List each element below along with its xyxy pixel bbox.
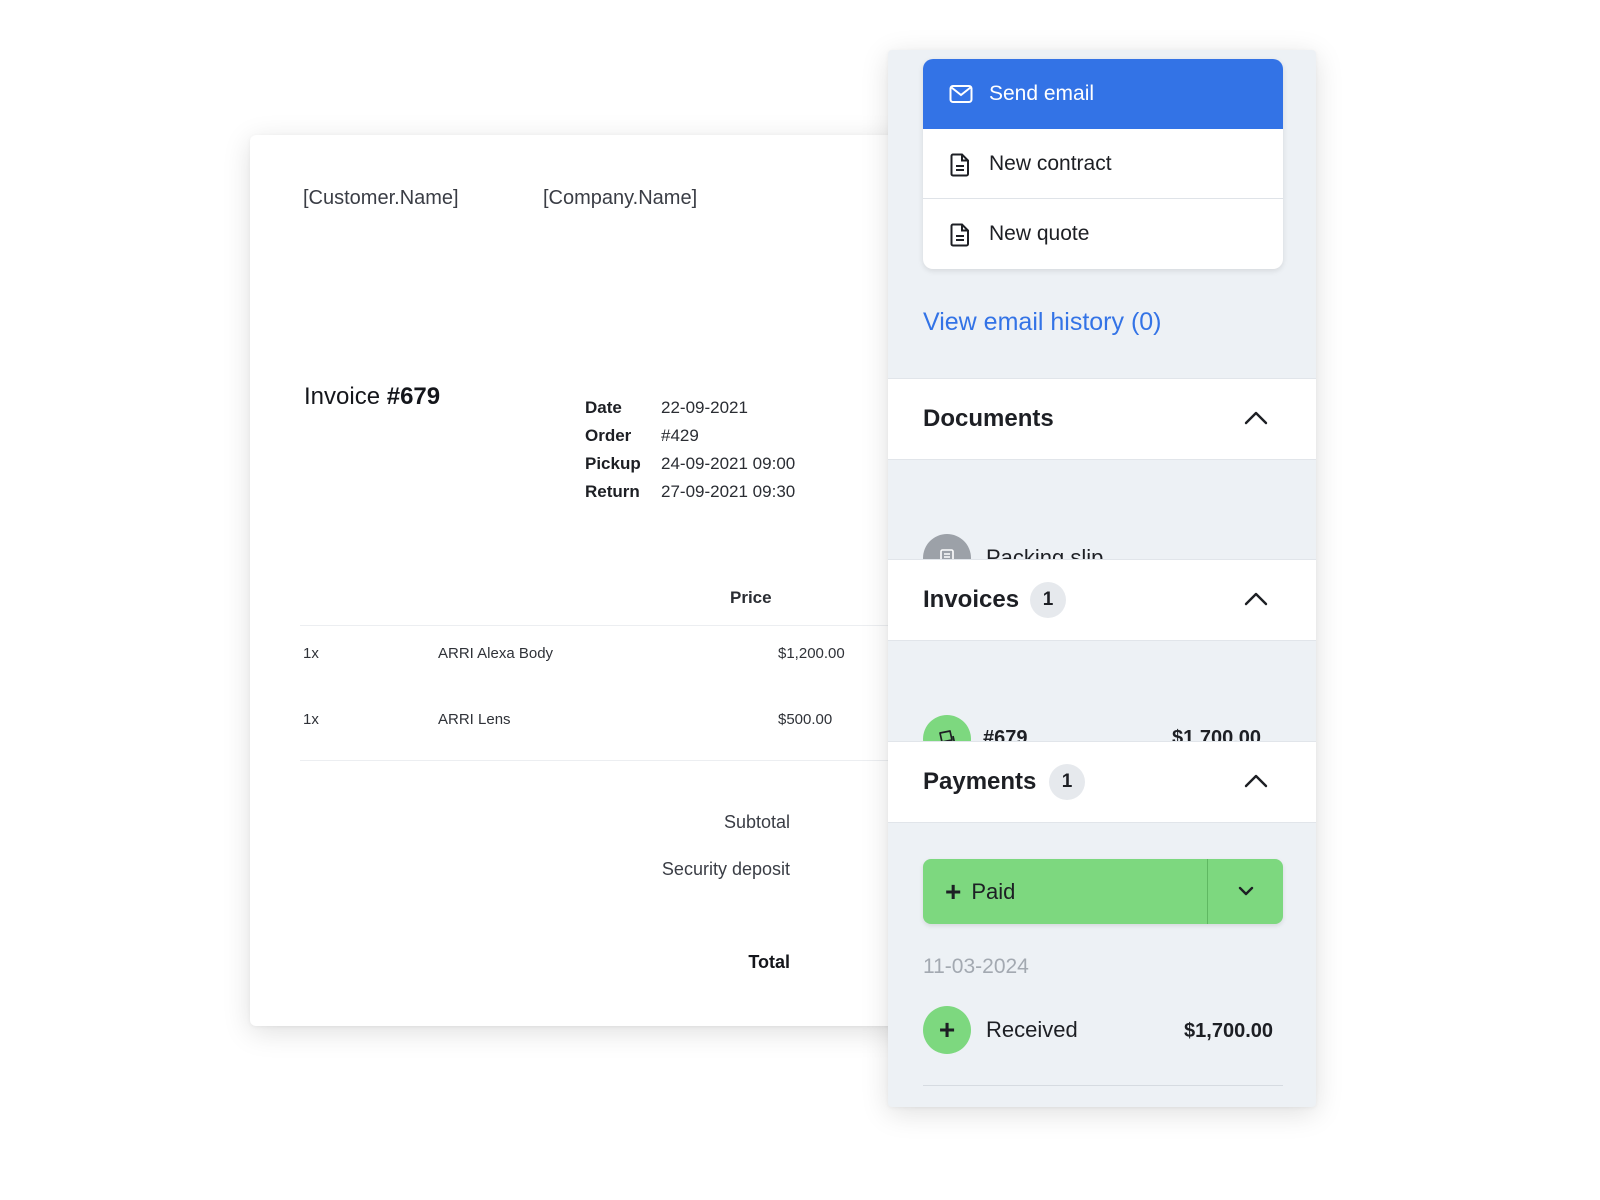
plus-icon: + bbox=[923, 1006, 971, 1054]
paid-dropdown-toggle[interactable] bbox=[1209, 859, 1283, 924]
meta-label: Order bbox=[585, 426, 632, 445]
company-name-placeholder: [Company.Name] bbox=[543, 187, 698, 209]
invoice-title-number: #679 bbox=[386, 383, 441, 410]
meta-value: 22-09-2021 bbox=[661, 398, 748, 417]
meta-label: Date bbox=[585, 398, 622, 417]
meta-value: 27-09-2021 09:30 bbox=[661, 482, 796, 501]
document-icon bbox=[949, 223, 971, 247]
price-column-header: Price bbox=[730, 588, 772, 607]
meta-row-pickup: Pickup 24-09-2021 09:00 bbox=[585, 450, 795, 478]
invoices-section-header[interactable]: Invoices 1 bbox=[888, 559, 1316, 641]
meta-row-return: Return 27-09-2021 09:30 bbox=[585, 478, 795, 506]
invoice-title-prefix: Invoice bbox=[304, 383, 387, 410]
payments-title: Payments bbox=[923, 768, 1037, 795]
security-deposit-label: Security deposit bbox=[661, 859, 790, 879]
total-label: Total bbox=[748, 952, 790, 972]
line-item-price: $500.00 bbox=[778, 711, 833, 728]
line-item-name: ARRI Alexa Body bbox=[438, 645, 554, 662]
payment-label: Received bbox=[986, 1017, 1078, 1042]
invoices-count-badge: 1 bbox=[1030, 582, 1066, 618]
subtotal-label: Subtotal bbox=[723, 812, 790, 832]
new-contract-button[interactable]: New contract bbox=[923, 129, 1283, 199]
new-contract-label: New contract bbox=[989, 151, 1112, 175]
line-item-price: $1,200.00 bbox=[778, 645, 845, 662]
action-menu: Send email New contract New quote bbox=[923, 59, 1283, 269]
chevron-up-icon bbox=[1244, 774, 1268, 788]
payment-list-item[interactable]: + Received $1,700.00 bbox=[923, 1006, 1283, 1054]
line-item-name: ARRI Lens bbox=[438, 711, 511, 728]
send-email-button[interactable]: Send email bbox=[923, 59, 1283, 129]
table-divider bbox=[300, 625, 940, 626]
chevron-down-icon bbox=[1238, 886, 1254, 896]
invoice-meta: Date 22-09-2021 Order #429 Pickup 24-09-… bbox=[585, 394, 795, 506]
chevron-up-icon bbox=[1244, 592, 1268, 606]
new-quote-button[interactable]: New quote bbox=[923, 199, 1283, 269]
meta-value: #429 bbox=[661, 426, 699, 445]
documents-section-header[interactable]: Documents bbox=[888, 378, 1316, 460]
meta-label: Pickup bbox=[585, 454, 641, 473]
order-side-panel: Send email New contract New quote View e… bbox=[888, 50, 1316, 1107]
payment-date: 11-03-2024 bbox=[923, 955, 1029, 978]
send-email-label: Send email bbox=[989, 82, 1095, 105]
meta-row-order: Order #429 bbox=[585, 422, 795, 450]
invoice-title: Invoice #679 bbox=[304, 383, 440, 411]
line-item-qty: 1x bbox=[303, 645, 319, 662]
view-email-history-link[interactable]: View email history (0) bbox=[923, 308, 1162, 337]
add-paid-button[interactable]: + Paid bbox=[923, 859, 1208, 924]
customer-name-placeholder: [Customer.Name] bbox=[303, 187, 459, 209]
invoices-title: Invoices bbox=[923, 586, 1020, 613]
chevron-up-icon bbox=[1244, 411, 1268, 425]
invoice-preview: [Customer.Name] [Company.Name] Invoice #… bbox=[250, 135, 950, 1026]
line-item-qty: 1x bbox=[303, 711, 319, 728]
paid-button-label: Paid bbox=[971, 878, 1016, 904]
table-divider bbox=[300, 760, 940, 761]
document-icon bbox=[949, 153, 971, 176]
documents-title: Documents bbox=[923, 405, 1054, 432]
meta-label: Return bbox=[585, 482, 640, 501]
meta-row-date: Date 22-09-2021 bbox=[585, 394, 795, 422]
line-item: 1x ARRI Alexa Body $1,200.00 bbox=[300, 645, 940, 669]
plus-icon: + bbox=[945, 875, 962, 907]
meta-value: 24-09-2021 09:00 bbox=[661, 454, 796, 473]
payment-amount: $1,700.00 bbox=[1184, 1020, 1273, 1042]
payments-count-badge: 1 bbox=[1049, 764, 1085, 800]
mail-icon bbox=[949, 83, 973, 105]
new-quote-label: New quote bbox=[989, 222, 1090, 245]
paid-split-button: + Paid bbox=[923, 859, 1283, 924]
payments-divider bbox=[923, 1085, 1283, 1086]
line-item: 1x ARRI Lens $500.00 bbox=[300, 711, 940, 735]
payments-section-header[interactable]: Payments 1 bbox=[888, 741, 1316, 823]
